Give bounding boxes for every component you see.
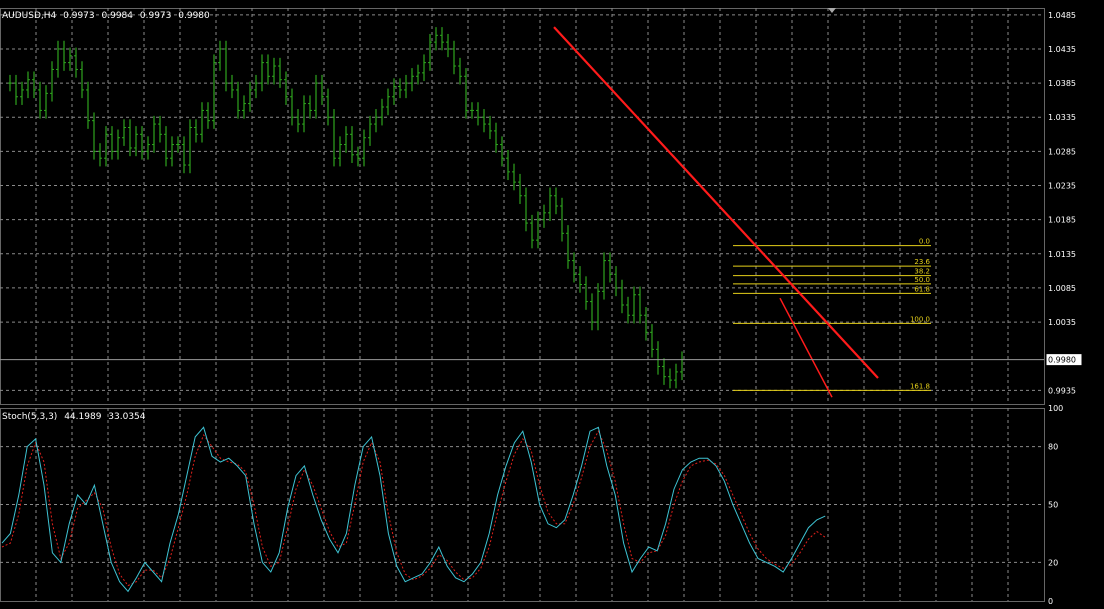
chart-shift-marker: [828, 8, 836, 13]
price-tick-label: 1.0035: [1048, 318, 1076, 327]
trendline-main: [553, 26, 879, 379]
stoch-header: Stoch(5,3,3) 44.1989 33.0354: [2, 412, 150, 422]
chart-canvas[interactable]: 1.0485 1.0435 1.0385 1.0335 1.0285 1.0235 1.01…: [0, 0, 1104, 606]
chart-window[interactable]: AUDUSD,H4 0.9973 0.9984 0.9973 0.9980 St…: [0, 0, 1104, 606]
stoch-main-value: 44.1989: [64, 412, 102, 422]
price-tick-label: 1.0135: [1048, 250, 1076, 259]
close-value: 0.9980: [178, 11, 210, 21]
stoch-main-line: [1, 426, 826, 593]
fibo-level-label: 0.0: [919, 238, 930, 246]
stoch-tick-label: 100: [1048, 404, 1063, 413]
stoch-tick-label: 50: [1048, 501, 1058, 510]
stoch-tick-label: 20: [1048, 558, 1058, 567]
fibo-level-label: 23.6: [914, 258, 930, 266]
fibo-level-label: 61.8: [914, 285, 930, 293]
stoch-signal-value: 33.0354: [108, 412, 146, 422]
symbol-label: AUDUSD,H4: [2, 11, 57, 21]
price-tick-label: 1.0485: [1048, 11, 1076, 20]
high-value: 0.9984: [101, 11, 134, 21]
fibo-level-label: 100.0: [910, 315, 930, 323]
low-value: 0.9973: [139, 11, 172, 21]
price-tick-label: 1.0285: [1048, 147, 1076, 156]
current-price-label: 0.9980: [1048, 356, 1076, 365]
stoch-name: Stoch(5,3,3): [2, 412, 58, 422]
main-frame: [0, 8, 1045, 405]
stoch-tick-label: 0: [1048, 597, 1053, 605]
price-tick-label: 1.0235: [1048, 182, 1076, 191]
price-tick-label: 1.0185: [1048, 216, 1076, 225]
price-tick-label: 0.9935: [1048, 386, 1076, 395]
fibo-level-label: 50.0: [914, 276, 930, 284]
open-value: 0.9973: [63, 11, 95, 21]
price-tick-label: 1.0335: [1048, 113, 1076, 122]
fibo-level-label: 161.8: [910, 382, 930, 390]
stoch-signal-line: [1, 430, 826, 587]
price-tick-label: 1.0385: [1048, 79, 1076, 88]
trendline-short: [779, 297, 833, 398]
fibo-level-label: 38.2: [914, 268, 930, 276]
price-tick-label: 1.0435: [1048, 45, 1076, 54]
main-chart-header: AUDUSD,H4 0.9973 0.9984 0.9973 0.9980: [2, 11, 214, 21]
stoch-tick-label: 80: [1048, 443, 1058, 452]
price-tick-label: 1.0085: [1048, 284, 1076, 293]
